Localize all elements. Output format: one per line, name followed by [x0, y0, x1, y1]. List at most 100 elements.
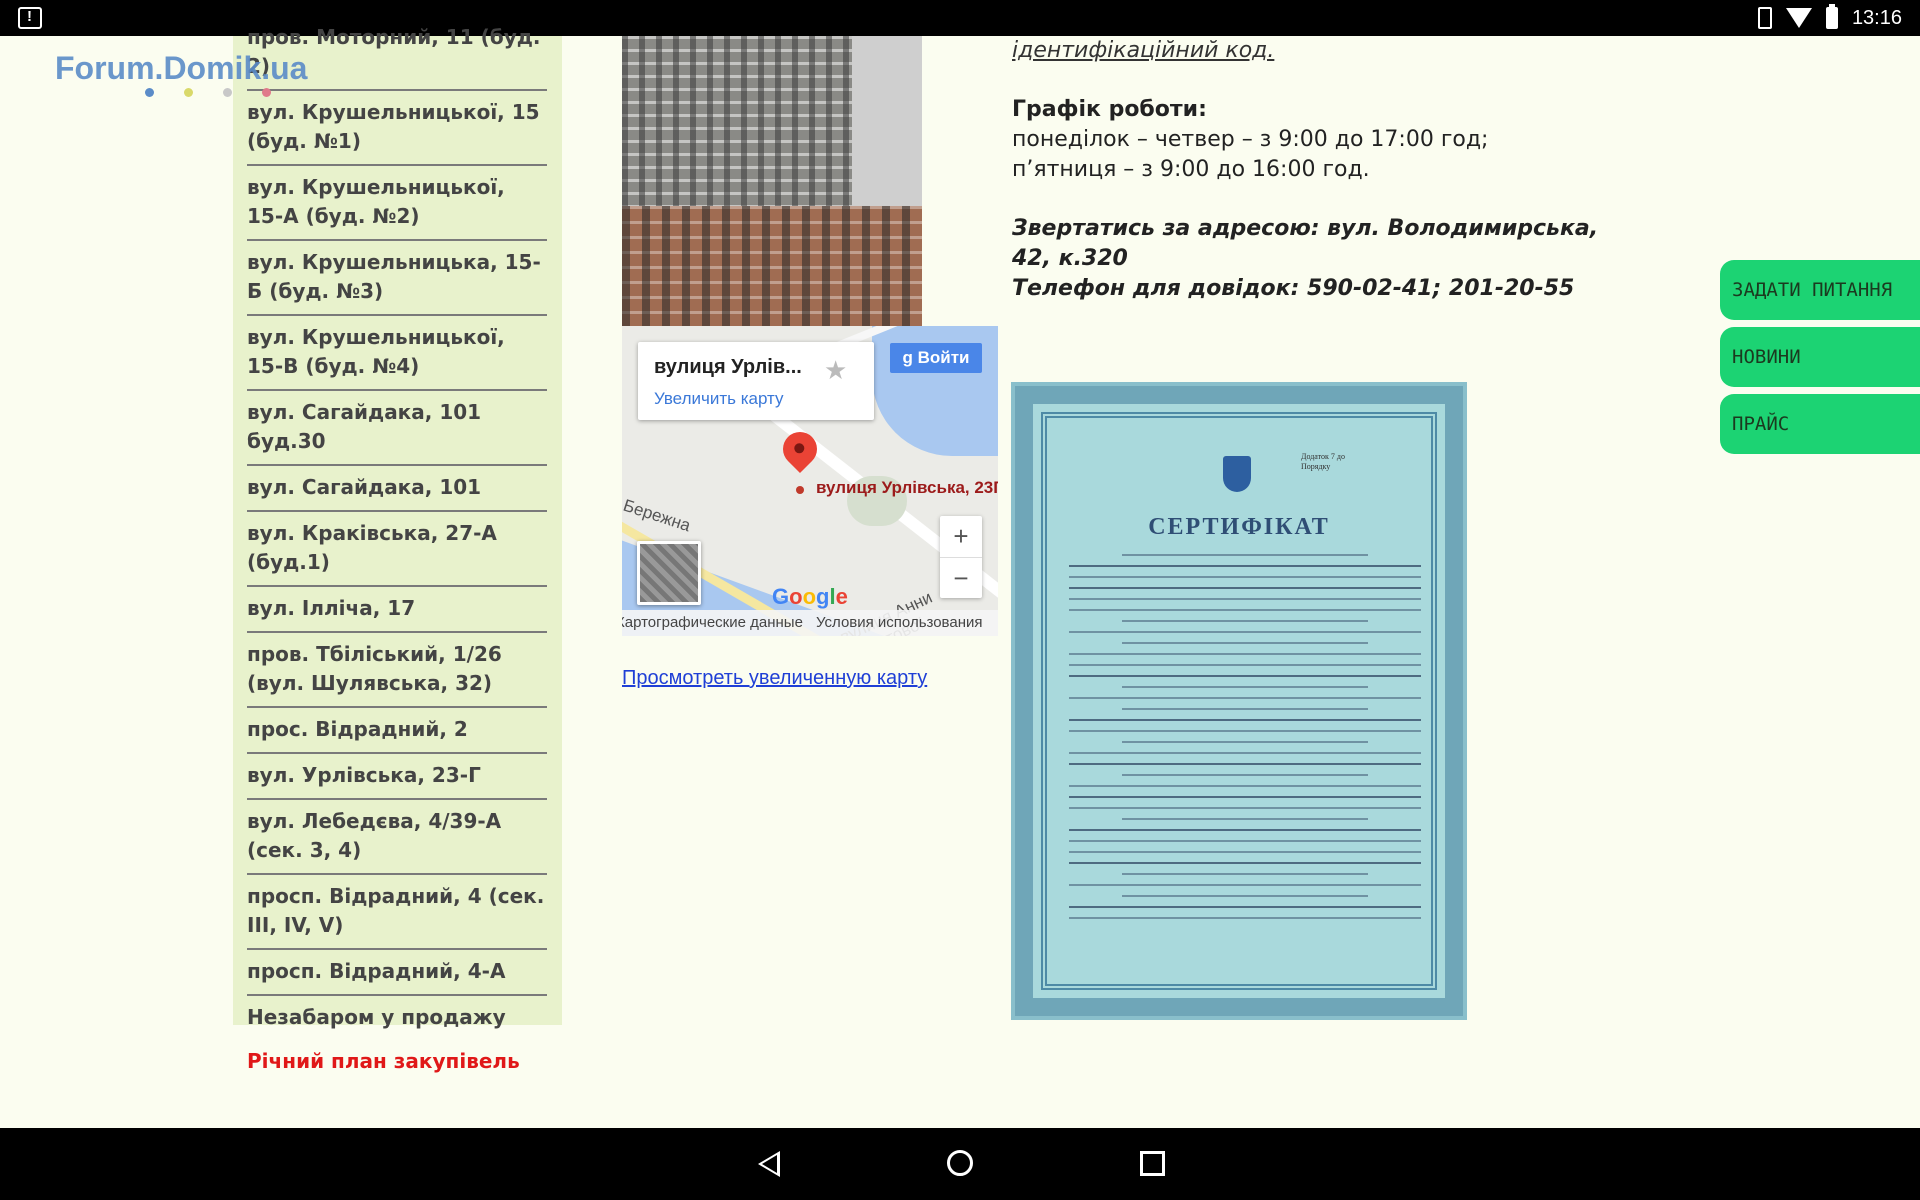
recent-apps-icon[interactable]: [1140, 1151, 1165, 1176]
building-base: [622, 206, 922, 326]
news-tab[interactable]: НОВИНИ: [1720, 327, 1920, 387]
sidebar-item[interactable]: вул. Крушельницької, 15-В (буд. №4): [247, 316, 547, 391]
certificate-line: [1069, 807, 1421, 809]
enlarge-map-link[interactable]: Увеличить карту: [654, 389, 784, 409]
certificate-line: [1069, 917, 1421, 919]
map-pin-label: вулиця Урлівська, 23Г: [816, 478, 998, 497]
certificate-line: [1069, 862, 1421, 864]
sidebar-item-procurement-plan[interactable]: Річний план закупівель: [247, 1040, 547, 1084]
id-code-text: ідентифікаційний код.: [1012, 38, 1275, 63]
certificate-line: [1069, 609, 1421, 611]
certificate-line: [1069, 576, 1421, 578]
certificate-line: [1069, 587, 1421, 589]
satellite-toggle-button[interactable]: [637, 541, 701, 605]
map-pin-icon[interactable]: [775, 424, 825, 474]
certificate-line: [1069, 631, 1421, 633]
google-logo-letter: o: [802, 584, 817, 609]
zoom-in-button[interactable]: +: [940, 516, 982, 558]
certificate-line: [1069, 719, 1421, 721]
certificate-line: [1069, 884, 1421, 886]
google-logo-letter: o: [789, 584, 803, 609]
wifi-icon: [1785, 8, 1812, 28]
certificate-line: [1121, 708, 1369, 710]
logo-dots: [145, 88, 271, 97]
certificate-title: СЕРТИФІКАТ: [1148, 514, 1330, 540]
certificate-line: [1069, 785, 1421, 787]
certificate-line: [1121, 774, 1369, 776]
certificate-line: [1121, 554, 1369, 556]
logo-dot: [145, 88, 154, 97]
google-plus-icon: g: [902, 348, 918, 367]
map-place-title: вулиця Урлів...: [654, 356, 802, 378]
map-signin-label: Войти: [917, 348, 970, 367]
sidebar-item-coming-soon[interactable]: Незабаром у продажу: [247, 996, 547, 1040]
certificate-line: [1069, 598, 1421, 600]
sidebar-item[interactable]: прос. Відрадний, 2: [247, 708, 547, 754]
certificate-line: [1121, 686, 1369, 688]
certificate-line: [1069, 697, 1421, 699]
schedule-line: понеділок – четвер – з 9:00 до 17:00 год…: [1012, 127, 1489, 152]
certificate-line: [1121, 741, 1369, 743]
map-place-card: вулиця Урлів... ★ Увеличить карту: [638, 342, 874, 420]
certificate-line: [1121, 895, 1369, 897]
certificate-line: [1069, 829, 1421, 831]
logo-dot: [184, 88, 193, 97]
logo-dot: [223, 88, 232, 97]
certificate-line: [1069, 653, 1421, 655]
view-larger-map-link[interactable]: Просмотреть увеличенную карту: [622, 667, 927, 690]
certificate-line: [1069, 565, 1421, 567]
star-icon[interactable]: ★: [824, 356, 847, 386]
status-time: 13:16: [1851, 6, 1902, 29]
certificate-corner-note: Додаток 7 до Порядку: [1301, 452, 1345, 471]
sidebar-item[interactable]: вул. Краківська, 27-А (буд.1): [247, 512, 547, 587]
certificate-line: [1069, 906, 1421, 908]
map-terms-link[interactable]: Условия использования: [816, 610, 983, 636]
navigation-bar: [0, 1128, 1920, 1200]
google-logo-letter: g: [816, 584, 830, 609]
certificate-line: [1121, 642, 1369, 644]
certificate-line: [1069, 730, 1421, 732]
address-text: Звертатись за адресою: вул. Володимирськ…: [1012, 216, 1599, 271]
certificate-line: [1069, 752, 1421, 754]
back-icon[interactable]: [758, 1151, 780, 1177]
price-tab[interactable]: ПРАЙС: [1720, 394, 1920, 454]
sidebar-item[interactable]: вул. Сагайдака, 101 буд.30: [247, 391, 547, 466]
sidebar-item[interactable]: вул. Ілліча, 17: [247, 587, 547, 633]
sidebar: пров. Моторний, 11 (буд. 2) вул. Крушель…: [233, 25, 562, 1073]
certificate-image[interactable]: Додаток 7 до Порядку СЕРТИФІКАТ: [1011, 382, 1467, 1020]
map-pin-dot: [796, 486, 804, 494]
sidebar-item[interactable]: вул. Крушельницької, 15-А (буд. №2): [247, 166, 547, 241]
certificate-line: [1069, 763, 1421, 765]
sidebar-item[interactable]: просп. Відрадний, 4-А: [247, 950, 547, 996]
google-logo: Google: [772, 584, 848, 610]
zoom-control: + −: [940, 516, 982, 598]
certificate-line: [1069, 675, 1421, 677]
certificate-line: [1121, 873, 1369, 875]
google-logo-letter: G: [772, 584, 790, 609]
vibrate-icon: [1757, 7, 1772, 29]
certificate-line: [1069, 840, 1421, 842]
ask-question-tab[interactable]: ЗАДАТИ ПИТАННЯ: [1720, 260, 1920, 320]
map-data-link[interactable]: Картографические данные: [622, 610, 803, 636]
battery-icon: [1825, 4, 1838, 29]
map-signin-button[interactable]: g Войти: [890, 343, 982, 373]
certificate-line: [1069, 664, 1421, 666]
certificate-line: [1069, 796, 1421, 798]
sidebar-item[interactable]: вул. Сагайдака, 101: [247, 466, 547, 512]
sidebar-item[interactable]: пров. Тбіліський, 1/26 (вул. Шулявська, …: [247, 633, 547, 708]
certificate-line: [1069, 851, 1421, 853]
sidebar-item[interactable]: вул. Урлівська, 23-Г: [247, 754, 547, 800]
zoom-out-button[interactable]: −: [940, 558, 982, 599]
sidebar-item[interactable]: просп. Відрадний, 4 (сек. III, IV, V): [247, 875, 547, 950]
schedule-title: Графік роботи:: [1012, 97, 1207, 122]
home-icon[interactable]: [947, 1150, 973, 1176]
google-map[interactable]: Бережна вулиця Анни Ахматової вулиця Урл…: [622, 326, 998, 636]
sidebar-item[interactable]: вул. Крушельницька, 15-Б (буд. №3): [247, 241, 547, 316]
sidebar-item[interactable]: вул. Крушельницької, 15 (буд. №1): [247, 91, 547, 166]
google-logo-letter: e: [835, 584, 848, 609]
sidebar-item[interactable]: вул. Лебедєва, 4/39-А (сек. 3, 4): [247, 800, 547, 875]
site-logo[interactable]: Forum.Domik.ua: [55, 50, 307, 87]
trident-emblem-icon: [1223, 456, 1251, 492]
address-list: пров. Моторний, 11 (буд. 2) вул. Крушель…: [247, 16, 547, 1084]
notification-alert-icon[interactable]: [18, 7, 42, 29]
